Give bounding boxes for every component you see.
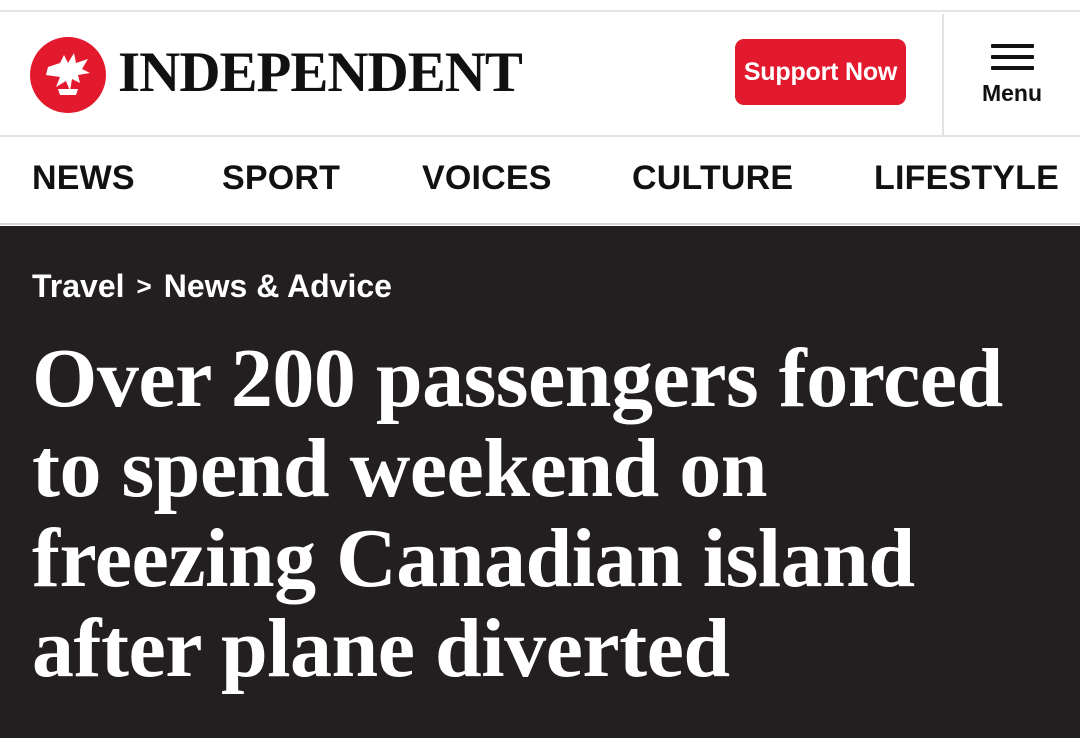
masthead: INDEPENDENT Support Now Menu — [0, 14, 1080, 137]
article-headline: Over 200 passengers forced to spend week… — [32, 332, 1003, 695]
nav-item-lifestyle[interactable]: LIFESTYLE — [874, 159, 1059, 198]
breadcrumb-news-advice[interactable]: News & Advice — [164, 268, 392, 305]
hamburger-icon — [991, 44, 1034, 70]
menu-label: Menu — [981, 80, 1043, 106]
breadcrumb-separator: > — [136, 271, 152, 301]
breadcrumb: Travel > News & Advice — [32, 268, 392, 305]
nav-item-culture[interactable]: CULTURE — [632, 159, 793, 198]
nav-item-sport[interactable]: SPORT — [222, 159, 340, 198]
nav-item-voices[interactable]: VOICES — [422, 159, 552, 198]
eagle-logo-icon[interactable] — [30, 37, 106, 113]
breadcrumb-travel[interactable]: Travel — [32, 268, 125, 305]
support-now-button[interactable]: Support Now — [735, 39, 906, 105]
article-hero: Travel > News & Advice Over 200 passenge… — [0, 226, 1080, 738]
nav-item-news[interactable]: NEWS — [32, 159, 135, 198]
brand-wordmark[interactable]: INDEPENDENT — [118, 38, 523, 108]
top-strip — [0, 0, 1080, 12]
section-nav: NEWS SPORT VOICES CULTURE LIFESTYLE — [0, 137, 1080, 225]
menu-button[interactable]: Menu — [944, 14, 1080, 137]
